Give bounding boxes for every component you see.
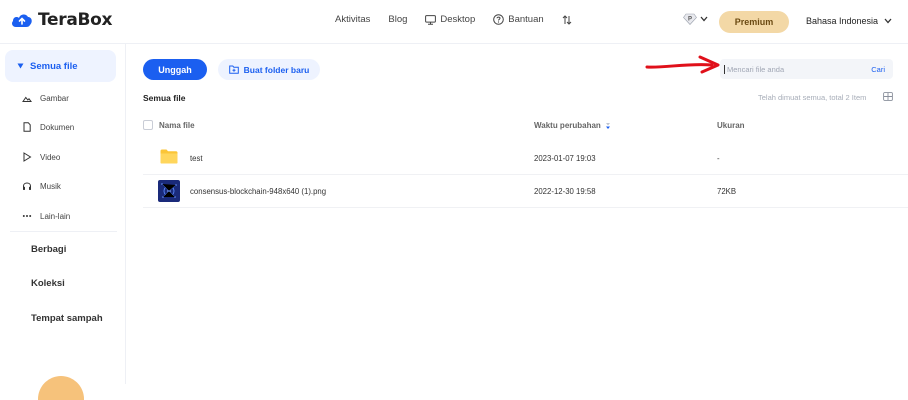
file-name[interactable]: consensus-blockchain-948x640 (1).png <box>190 187 326 196</box>
breadcrumb: Semua file <box>143 93 186 103</box>
premium-label: Premium <box>734 17 774 27</box>
sidebar-divider <box>10 231 117 232</box>
sidebar-item-koleksi[interactable]: Koleksi <box>31 278 65 289</box>
column-header-modified[interactable]: Waktu perubahan <box>534 121 611 130</box>
image-icon <box>22 96 32 102</box>
select-all-checkbox[interactable] <box>143 120 153 130</box>
nav-desktop[interactable]: Desktop <box>425 14 475 25</box>
transfer-button[interactable] <box>562 14 572 25</box>
search-button[interactable]: Cari <box>871 65 885 74</box>
help-circle-icon <box>493 14 505 25</box>
headphones-icon <box>23 182 31 190</box>
main-content: Unggah Buat folder baru Cari Semua file … <box>126 44 908 384</box>
monitor-icon <box>425 14 437 25</box>
nav-blog[interactable]: Blog <box>388 14 407 25</box>
top-bar: TeraBox Aktivitas Blog Desktop Bantuan P… <box>0 0 908 44</box>
table-row[interactable]: test 2023-01-07 19:03 - <box>143 142 908 175</box>
sidebar-item-label: Lain-lain <box>40 211 71 221</box>
new-folder-label: Buat folder baru <box>243 64 310 75</box>
sidebar-item-label: Video <box>40 152 61 162</box>
sidebar-item-gambar[interactable]: Gambar <box>22 93 69 103</box>
folder-icon <box>160 149 178 164</box>
caret-down-icon <box>17 63 24 69</box>
file-modified: 2023-01-07 19:03 <box>534 154 596 163</box>
sidebar-item-semua-file[interactable]: Semua file <box>5 50 116 82</box>
language-label: Bahasa Indonesia <box>806 16 879 26</box>
table-header: Nama file Waktu perubahan Ukuran <box>143 116 908 136</box>
nav-desktop-label: Desktop <box>440 14 476 25</box>
table-row[interactable]: consensus-blockchain-948x640 (1).png 202… <box>143 175 908 208</box>
sidebar-item-label: Dokumen <box>40 122 75 132</box>
sidebar-item-label: Gambar <box>40 93 69 103</box>
chevron-down-icon <box>884 18 892 24</box>
sidebar-item-video[interactable]: Video <box>22 152 60 162</box>
new-folder-button[interactable]: Buat folder baru <box>218 59 320 80</box>
nav-aktivitas-label: Aktivitas <box>335 14 371 25</box>
sidebar-item-tempat-sampah[interactable]: Tempat sampah <box>31 313 103 324</box>
nav-blog-label: Blog <box>388 14 408 25</box>
nav-aktivitas[interactable]: Aktivitas <box>335 14 370 25</box>
red-arrow-annotation <box>645 55 720 74</box>
file-size: 72KB <box>717 187 737 196</box>
vip-badge[interactable]: P <box>683 13 708 25</box>
file-name[interactable]: test <box>190 154 203 163</box>
sidebar-item-label: Musik <box>40 181 61 191</box>
sidebar-item-lain-lain[interactable]: Lain-lain <box>22 211 70 221</box>
file-size: - <box>717 154 720 163</box>
column-header-size[interactable]: Ukuran <box>717 121 745 130</box>
vip-letter: P <box>688 17 692 23</box>
language-selector[interactable]: Bahasa Indonesia <box>806 16 892 26</box>
column-header-name[interactable]: Nama file <box>159 121 195 130</box>
loaded-status: Telah dimuat semua, total 2 Item <box>758 93 867 102</box>
column-header-modified-label: Waktu perubahan <box>534 121 601 130</box>
sidebar-item-musik[interactable]: Musik <box>22 181 61 191</box>
folder-plus-icon <box>228 65 239 74</box>
diamond-badge-icon: P <box>683 13 697 25</box>
image-thumbnail-icon <box>158 180 180 202</box>
sort-arrows-icon <box>562 14 572 25</box>
terabox-logo[interactable]: TeraBox <box>11 10 113 30</box>
top-nav: Aktivitas Blog Desktop Bantuan <box>335 14 590 25</box>
sidebar: Semua file Gambar Dokumen Video Musik La… <box>0 44 126 384</box>
upload-button[interactable]: Unggah <box>143 59 207 80</box>
upload-label: Unggah <box>158 64 192 75</box>
search-input[interactable] <box>724 64 872 74</box>
app-name: TeraBox <box>38 10 113 30</box>
sidebar-item-dokumen[interactable]: Dokumen <box>22 122 74 132</box>
play-icon <box>23 152 32 162</box>
premium-button[interactable]: Premium <box>719 11 789 33</box>
chevron-down-icon <box>700 16 708 22</box>
nav-bantuan[interactable]: Bantuan <box>493 14 544 25</box>
sidebar-item-label: Semua file <box>30 60 78 72</box>
sort-desc-icon <box>605 122 610 129</box>
sidebar-item-berbagi[interactable]: Berbagi <box>31 244 66 255</box>
cloud-logo-icon <box>12 14 32 27</box>
document-icon <box>23 122 31 132</box>
more-dots-icon <box>22 215 32 217</box>
grid-view-icon[interactable] <box>883 92 893 101</box>
search-box: Cari <box>720 59 893 79</box>
nav-bantuan-label: Bantuan <box>508 14 544 25</box>
file-modified: 2022-12-30 19:58 <box>534 187 596 196</box>
